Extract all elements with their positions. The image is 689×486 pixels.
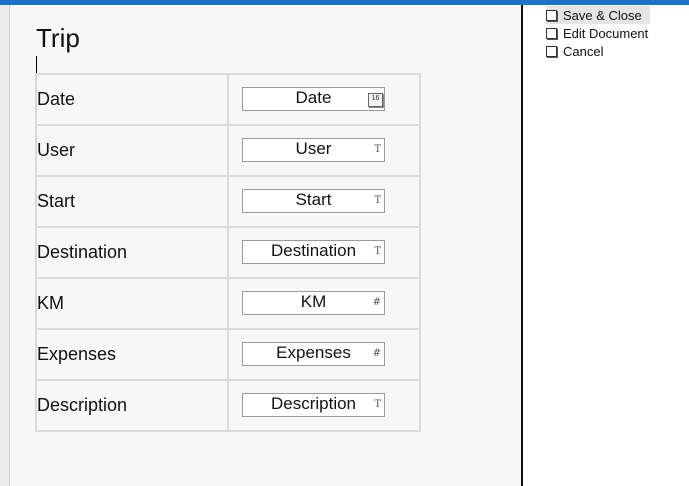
form-row-destination: Destination Destination T xyxy=(35,226,421,279)
field-label: Description xyxy=(35,379,229,432)
action-label: Edit Document xyxy=(563,25,649,41)
destination-field[interactable]: Destination T xyxy=(242,240,385,264)
form-row-user: User User T xyxy=(35,124,421,177)
form-row-km: KM KM # xyxy=(35,277,421,330)
document-area: Trip Date Date 16 User User T Start Star… xyxy=(10,5,523,486)
field-label: KM xyxy=(35,277,229,330)
text-cursor xyxy=(36,56,37,74)
number-type-icon: # xyxy=(372,297,381,308)
checkbox-icon xyxy=(546,9,557,21)
number-type-icon: # xyxy=(372,348,381,359)
km-field[interactable]: KM # xyxy=(242,291,385,315)
field-label: Expenses xyxy=(35,328,229,381)
edit-document-action[interactable]: Edit Document xyxy=(546,24,650,42)
user-field[interactable]: User T xyxy=(242,138,385,162)
form-row-description: Description Description T xyxy=(35,379,421,432)
field-label: Destination xyxy=(35,226,229,279)
text-type-icon: T xyxy=(374,195,381,206)
form-row-date: Date Date 16 xyxy=(35,73,421,126)
action-label: Cancel xyxy=(563,43,604,59)
action-label: Save & Close xyxy=(563,7,642,23)
save-close-action[interactable]: Save & Close xyxy=(546,6,651,24)
field-label: User xyxy=(35,124,229,177)
field-label: Date xyxy=(35,73,229,126)
left-pane-edge xyxy=(0,5,10,486)
date-field[interactable]: Date 16 xyxy=(242,87,385,111)
action-bar: Save & Close Edit Document Cancel xyxy=(546,6,651,60)
form-table: Date Date 16 User User T Start Start T D… xyxy=(35,73,421,432)
form-row-start: Start Start T xyxy=(35,175,421,228)
field-label: Start xyxy=(35,175,229,228)
calendar-icon[interactable]: 16 xyxy=(368,93,383,107)
text-type-icon: T xyxy=(374,399,381,410)
checkbox-icon xyxy=(546,27,557,39)
start-field[interactable]: Start T xyxy=(242,189,385,213)
description-field[interactable]: Description T xyxy=(242,393,385,417)
text-type-icon: T xyxy=(374,246,381,257)
form-title: Trip xyxy=(36,23,80,53)
cancel-action[interactable]: Cancel xyxy=(546,42,650,60)
form-row-expenses: Expenses Expenses # xyxy=(35,328,421,381)
checkbox-icon xyxy=(546,45,557,57)
expenses-field[interactable]: Expenses # xyxy=(242,342,385,366)
text-type-icon: T xyxy=(374,144,381,155)
